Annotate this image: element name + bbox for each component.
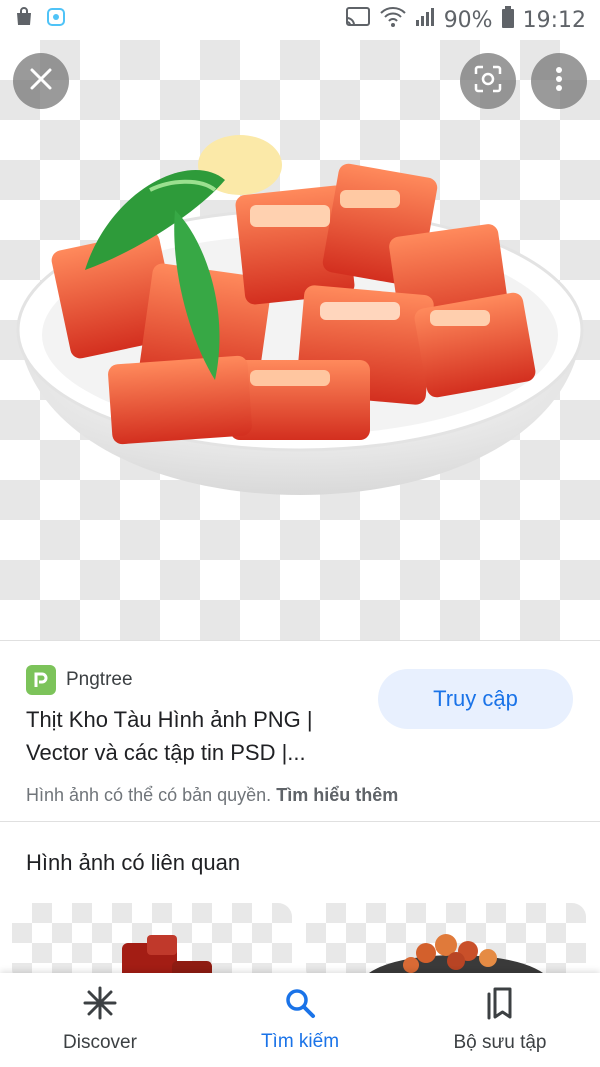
clock: 19:12 [522, 7, 586, 33]
shopping-bag-icon [14, 7, 34, 33]
cast-icon [344, 6, 372, 34]
nav-discover-label: Discover [63, 1032, 137, 1053]
nav-search[interactable]: Tìm kiếm [200, 973, 400, 1067]
battery-percent: 90% [443, 7, 493, 33]
image-viewer[interactable] [0, 40, 600, 640]
related-images-heading: Hình ảnh có liên quan [26, 850, 241, 875]
image-title[interactable]: Thịt Kho Tàu Hình ảnh PNG | Vector và cá… [26, 703, 366, 769]
battery-icon [501, 6, 515, 34]
related-image-thumbnail[interactable] [306, 903, 586, 983]
bottom-navigation: Discover Tìm kiếm Bộ sưu tập [0, 973, 600, 1067]
nav-search-label: Tìm kiếm [260, 1031, 340, 1052]
copyright-notice: Hình ảnh có thể có bản quyền. Tìm hiểu t… [26, 785, 398, 806]
collections-icon [484, 986, 516, 1026]
nav-discover[interactable]: Discover [0, 973, 200, 1067]
related-image-thumbnail[interactable] [12, 903, 292, 983]
source-site[interactable]: Pngtree [26, 665, 133, 695]
nav-collections[interactable]: Bộ sưu tập [400, 973, 600, 1067]
wifi-icon [379, 6, 406, 34]
source-info: Pngtree Thịt Kho Tàu Hình ảnh PNG | Vect… [0, 640, 600, 822]
food-bowl-image [16, 135, 584, 495]
source-site-name: Pngtree [66, 669, 133, 690]
visit-button[interactable]: Truy cập [378, 669, 573, 729]
signal-icon [414, 6, 436, 34]
close-button[interactable] [13, 53, 69, 109]
more-options-button[interactable] [531, 53, 587, 109]
more-vert-icon [555, 66, 563, 97]
app-notification-icon [46, 7, 66, 33]
nav-collections-label: Bộ sưu tập [453, 1032, 547, 1053]
close-icon [28, 66, 54, 97]
asterisk-icon [83, 986, 117, 1026]
learn-more-link[interactable]: Tìm hiểu thêm [276, 785, 398, 805]
lens-button[interactable] [460, 53, 516, 109]
lens-icon [473, 64, 503, 99]
pngtree-logo-icon [26, 665, 56, 695]
status-bar: 90% 19:12 [0, 0, 600, 40]
search-icon [284, 987, 316, 1025]
copyright-text: Hình ảnh có thể có bản quyền. [26, 785, 272, 805]
